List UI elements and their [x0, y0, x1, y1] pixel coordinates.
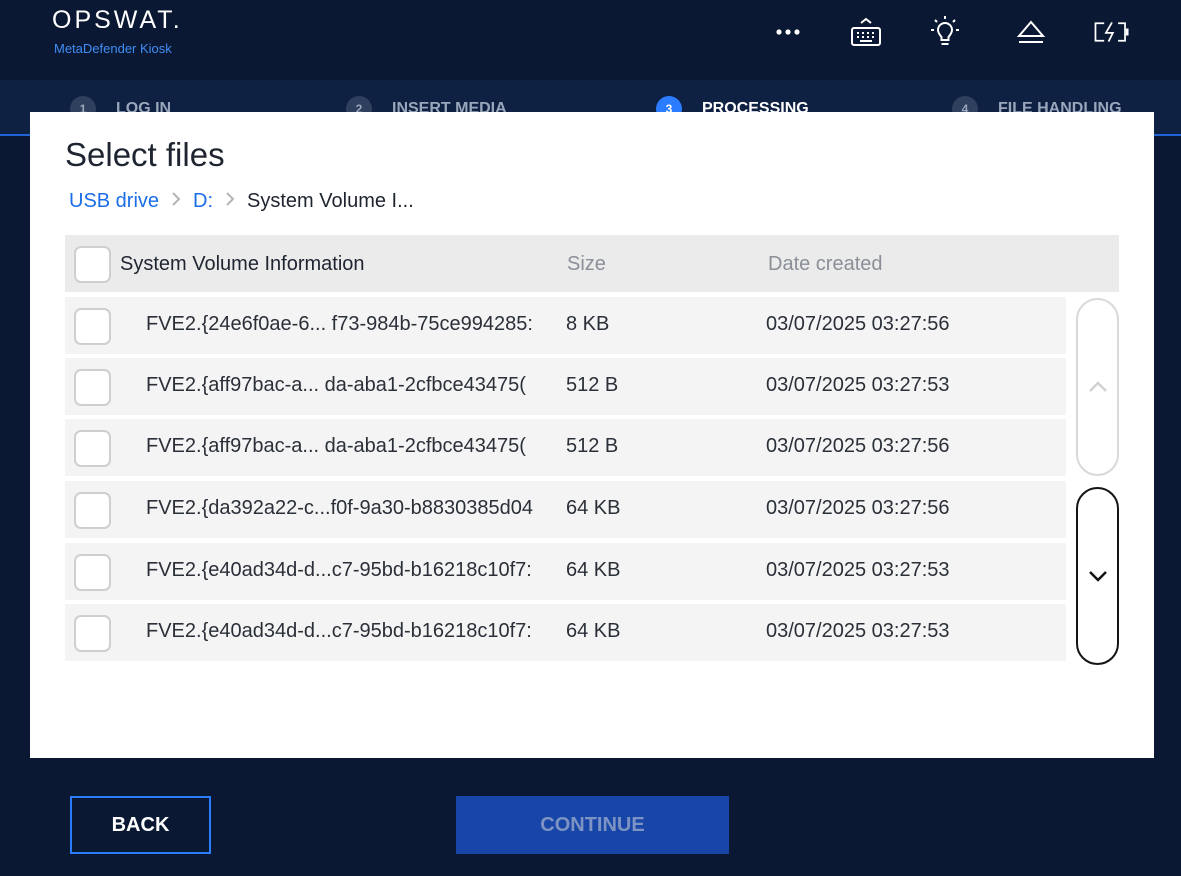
file-row[interactable]: FVE2.{da392a22-c...f0f-9a30-b8830385d04 … [65, 481, 1066, 538]
continue-button[interactable]: CONTINUE [456, 796, 729, 854]
file-date: 03/07/2025 03:27:53 [766, 374, 950, 396]
file-checkbox[interactable] [74, 430, 111, 467]
date-column-header: Date created [768, 253, 883, 275]
file-size: 64 KB [566, 497, 621, 519]
keyboard-icon[interactable] [846, 12, 886, 52]
file-name: FVE2.{e40ad34d-d...c7-95bd-b16218c10f7: [146, 559, 532, 581]
top-bar: OPSWAT. MetaDefender Kiosk [0, 0, 1181, 80]
file-date: 03/07/2025 03:27:56 [766, 497, 950, 519]
file-name: FVE2.{aff97bac-a... da-aba1-2cfbce43475( [146, 374, 526, 396]
eject-icon[interactable] [1011, 12, 1051, 52]
file-date: 03/07/2025 03:27:53 [766, 559, 950, 581]
select-all-checkbox[interactable] [74, 246, 111, 283]
dialog-title: Select files [65, 136, 225, 173]
file-row[interactable]: FVE2.{e40ad34d-d...c7-95bd-b16218c10f7: … [65, 604, 1066, 661]
file-name: FVE2.{aff97bac-a... da-aba1-2cfbce43475( [146, 435, 526, 457]
file-size: 512 B [566, 435, 619, 457]
scroll-up-button[interactable] [1076, 298, 1119, 476]
file-name: FVE2.{da392a22-c...f0f-9a30-b8830385d04 [146, 497, 533, 519]
more-options-icon[interactable] [768, 12, 808, 52]
chevron-down-icon [1088, 571, 1107, 582]
chevron-right-icon [223, 190, 237, 213]
chevron-right-icon [169, 190, 183, 213]
chevron-up-icon [1088, 381, 1107, 392]
file-name: FVE2.{e40ad34d-d...c7-95bd-b16218c10f7: [146, 620, 532, 642]
file-checkbox[interactable] [74, 308, 111, 345]
file-name: FVE2.{24e6f0ae-6... f73-984b-75ce994285: [146, 313, 533, 335]
product-name: MetaDefender Kiosk [54, 41, 172, 56]
breadcrumb-drive-d[interactable]: D: [193, 190, 213, 213]
breadcrumb-usb-drive[interactable]: USB drive [69, 190, 159, 213]
file-size: 8 KB [566, 313, 610, 335]
file-size: 64 KB [566, 620, 621, 642]
scroll-down-button[interactable] [1076, 487, 1119, 665]
file-row[interactable]: FVE2.{aff97bac-a... da-aba1-2cfbce43475(… [65, 358, 1066, 415]
file-checkbox[interactable] [74, 369, 111, 406]
breadcrumb-current-folder: System Volume I... [247, 190, 414, 212]
file-date: 03/07/2025 03:27:56 [766, 313, 950, 335]
select-files-dialog: Select files USB drive D: System Volume … [30, 112, 1154, 758]
folder-name-header: System Volume Information [120, 253, 365, 275]
file-row[interactable]: FVE2.{e40ad34d-d...c7-95bd-b16218c10f7: … [65, 543, 1066, 600]
file-date: 03/07/2025 03:27:53 [766, 620, 950, 642]
file-date: 03/07/2025 03:27:56 [766, 435, 950, 457]
file-size: 64 KB [566, 559, 621, 581]
file-row[interactable]: FVE2.{24e6f0ae-6... f73-984b-75ce994285:… [65, 297, 1066, 354]
file-table-header: System Volume Information Size Date crea… [65, 235, 1119, 292]
breadcrumb: USB drive D: System Volume I... [69, 190, 414, 213]
battery-charging-icon [1092, 12, 1132, 52]
back-button[interactable]: BACK [70, 796, 211, 854]
opswat-logo: OPSWAT. [52, 6, 183, 34]
size-column-header: Size [567, 253, 606, 275]
light-bulb-icon[interactable] [925, 12, 965, 52]
file-size: 512 B [566, 374, 619, 396]
file-checkbox[interactable] [74, 554, 111, 591]
file-row[interactable]: FVE2.{aff97bac-a... da-aba1-2cfbce43475(… [65, 419, 1066, 476]
file-checkbox[interactable] [74, 615, 111, 652]
file-checkbox[interactable] [74, 492, 111, 529]
